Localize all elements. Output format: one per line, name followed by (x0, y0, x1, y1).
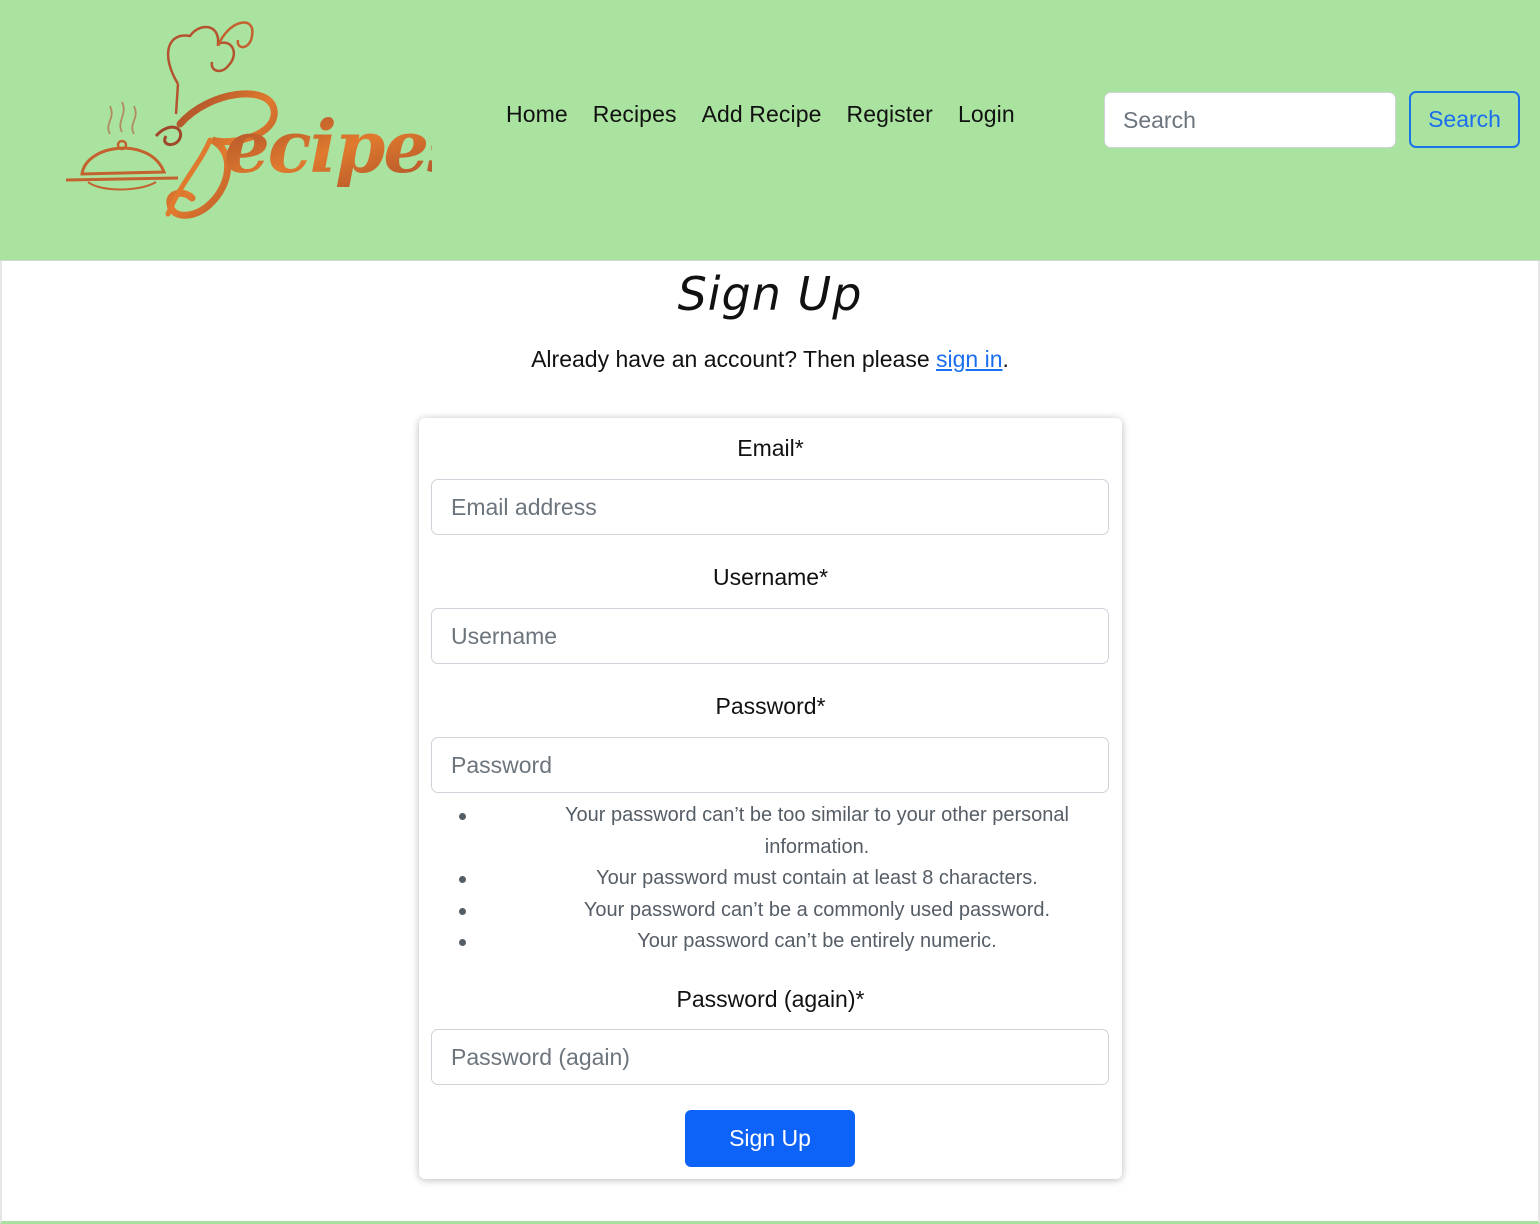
password-help-text: Your password must contain at least 8 ch… (596, 867, 1038, 889)
password-help-item: Your password can’t be entirely numeric. (459, 926, 1129, 958)
password-help-text: Your password can’t be too similar to yo… (565, 804, 1069, 858)
signin-prompt-text: Already have an account? Then please (531, 346, 937, 372)
password-again-field[interactable] (431, 1029, 1109, 1085)
logo[interactable]: ecipes (60, 14, 432, 226)
svg-text:ecipes: ecipes (224, 104, 432, 189)
password-label: Password* (715, 693, 826, 719)
password-help-text: Your password can’t be a commonly used p… (583, 898, 1051, 921)
email-field[interactable] (431, 479, 1109, 535)
email-label: Email* (737, 435, 804, 461)
bullet-icon (459, 876, 466, 883)
signup-form: Email* Username* Password* Your password… (419, 418, 1122, 1179)
search-button[interactable]: Search (1409, 91, 1520, 148)
nav-register[interactable]: Register (846, 100, 932, 128)
nav-recipes[interactable]: Recipes (593, 100, 677, 128)
password-help-text: Your password can’t be entirely numeric. (637, 930, 997, 952)
nav-login[interactable]: Login (958, 100, 1015, 128)
main-nav: Home Recipes Add Recipe Register Login (506, 100, 1040, 128)
signin-prompt-period: . (1002, 346, 1009, 372)
sign-in-link[interactable]: sign in (936, 346, 1002, 372)
site-header: ecipes Home Recipes Add Recipe Register … (0, 0, 1540, 261)
password-field[interactable] (431, 737, 1109, 793)
nav-add-recipe[interactable]: Add Recipe (702, 100, 822, 128)
bullet-icon (459, 813, 466, 820)
password-help-item: Your password must contain at least 8 ch… (459, 863, 1129, 895)
bullet-icon (459, 907, 466, 915)
password-help-item: Your password can’t be a commonly used p… (459, 895, 1129, 927)
password-again-label: Password (again)* (676, 986, 865, 1012)
password-help-list: Your password can’t be too similar to yo… (459, 800, 1129, 958)
page-title: Sign Up (677, 267, 863, 321)
username-label: Username* (712, 564, 829, 590)
chef-hat-cloche-logo-icon: ecipes (65, 21, 432, 219)
bullet-icon (459, 939, 466, 946)
search-input[interactable] (1104, 92, 1396, 148)
nav-home[interactable]: Home (506, 100, 568, 128)
password-help-item: Your password can’t be too similar to yo… (459, 800, 1129, 863)
signin-prompt: Already have an account? Then please sig… (0, 345, 1540, 373)
sign-up-button[interactable]: Sign Up (685, 1110, 855, 1167)
username-field[interactable] (431, 608, 1109, 664)
